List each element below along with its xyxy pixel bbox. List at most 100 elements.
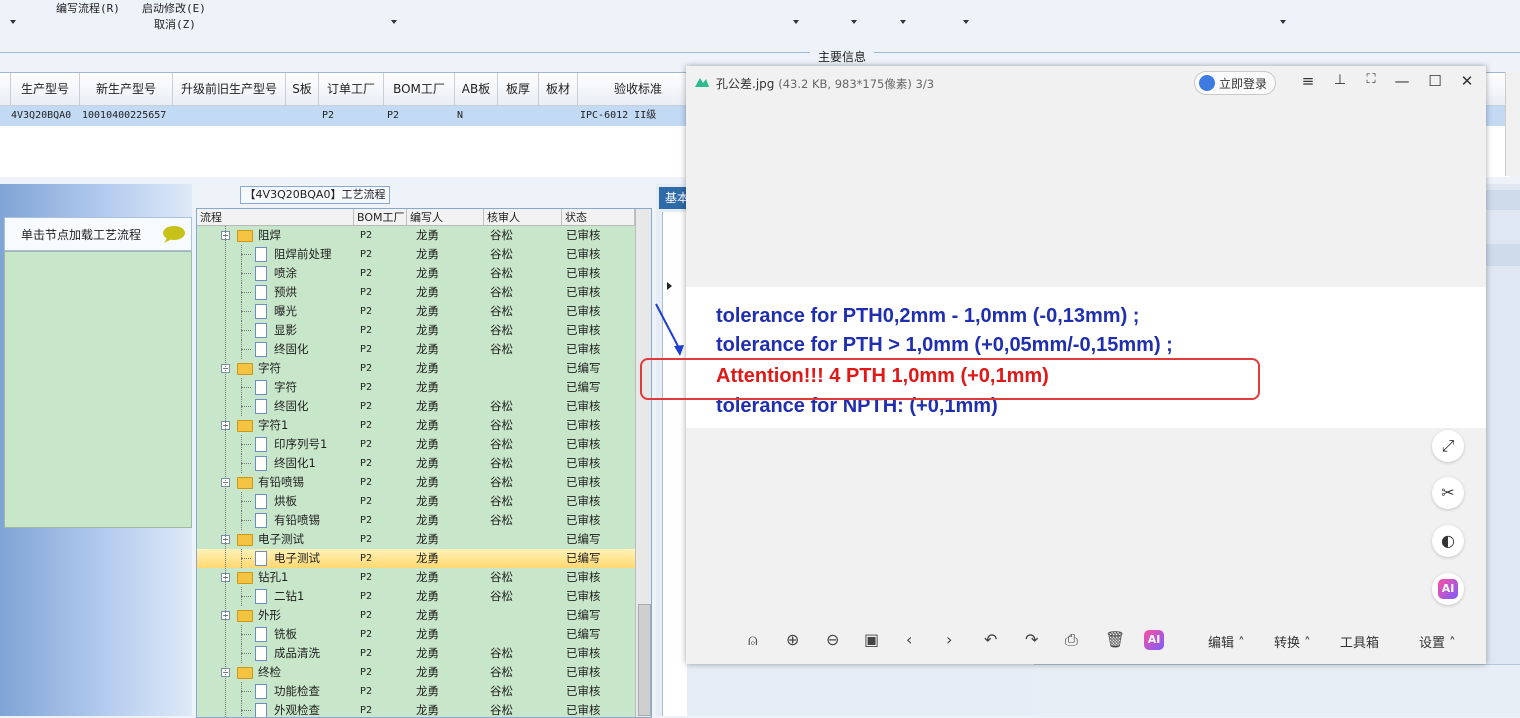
- col-header[interactable]: 订单工厂: [319, 73, 384, 106]
- tree-row[interactable]: 二钻1 P2 龙勇 谷松 已审核: [197, 587, 635, 606]
- col-header[interactable]: AB板: [455, 73, 498, 106]
- col-header[interactable]: S板: [286, 73, 319, 106]
- dropdown-arrow-icon[interactable]: [391, 20, 397, 24]
- convert-menu[interactable]: 转换 ˄: [1274, 632, 1311, 651]
- table-cell[interactable]: IPC-6012 II级: [578, 106, 686, 126]
- table-cell[interactable]: 4V3Q20BQA0: [9, 106, 79, 126]
- toolbox-button[interactable]: 工具箱: [1340, 632, 1379, 651]
- col-header[interactable]: 升级前旧生产型号: [173, 73, 286, 106]
- tree-cell-reviewer: 谷松: [490, 285, 513, 299]
- next-icon[interactable]: ›: [946, 630, 952, 649]
- tree-cell-author: 龙勇: [416, 475, 439, 489]
- tree-row[interactable]: 铣板 P2 龙勇 已编写: [197, 625, 635, 644]
- edit-process-menu[interactable]: 编写流程(R): [56, 0, 120, 16]
- cancel-menu[interactable]: 取消(Z): [154, 16, 196, 32]
- tree-row[interactable]: 阻焊前处理 P2 龙勇 谷松 已审核: [197, 245, 635, 264]
- dropdown-arrow-icon[interactable]: [1280, 20, 1286, 24]
- login-button[interactable]: 立即登录: [1194, 71, 1276, 95]
- table-cell[interactable]: 10010400225657: [80, 106, 172, 126]
- ai-assistant-button[interactable]: AI: [1432, 573, 1464, 605]
- dropdown-arrow-icon[interactable]: [851, 20, 857, 24]
- mouse-icon[interactable]: ⍝: [748, 630, 758, 650]
- tree-row[interactable]: − 电子测试 P2 龙勇 已编写: [197, 530, 635, 549]
- table-cell[interactable]: P2: [385, 106, 445, 126]
- fit-window-icon[interactable]: ⤢: [1432, 430, 1464, 462]
- tree-row[interactable]: − 有铅喷锡 P2 龙勇 谷松 已审核: [197, 473, 635, 492]
- zoom-in-icon[interactable]: ⊕: [786, 630, 799, 649]
- tree-row[interactable]: − 字符1 P2 龙勇 谷松 已审核: [197, 416, 635, 435]
- tree-row[interactable]: 曝光 P2 龙勇 谷松 已审核: [197, 302, 635, 321]
- viewer-titlebar[interactable]: 孔公差.jpg (43.2 KB, 983*175像素) 3/3 立即登录 ≡ …: [686, 66, 1486, 98]
- col-header[interactable]: 状态: [562, 209, 635, 226]
- menu-icon[interactable]: ≡: [1298, 72, 1318, 90]
- tree-row[interactable]: 外观检查 P2 龙勇 谷松 已审核: [197, 701, 635, 717]
- col-header[interactable]: 核审人: [484, 209, 562, 226]
- tree-line: [241, 311, 251, 312]
- tree-row[interactable]: 喷涂 P2 龙勇 谷松 已审核: [197, 264, 635, 283]
- tree-row[interactable]: 功能检查 P2 龙勇 谷松 已审核: [197, 682, 635, 701]
- tree-row[interactable]: 显影 P2 龙勇 谷松 已审核: [197, 321, 635, 340]
- tree-row[interactable]: 印序列号1 P2 龙勇 谷松 已审核: [197, 435, 635, 454]
- col-header[interactable]: 板厚: [498, 73, 539, 106]
- tree-cell-status: 已审核: [566, 703, 601, 717]
- table-scrollbar[interactable]: [1505, 72, 1520, 176]
- col-header[interactable]: 板材: [539, 73, 578, 106]
- tree-row[interactable]: 字符 P2 龙勇 已编写: [197, 378, 635, 397]
- tree-row[interactable]: − 阻焊 P2 龙勇 谷松 已审核: [197, 226, 635, 245]
- dropdown-arrow-icon[interactable]: [963, 20, 969, 24]
- start-modify-menu[interactable]: 启动修改(E): [142, 0, 206, 16]
- tree-row[interactable]: − 字符 P2 龙勇 已编写: [197, 359, 635, 378]
- col-header[interactable]: 流程: [197, 209, 354, 226]
- document-icon: [255, 247, 267, 262]
- actual-size-icon[interactable]: ▣: [864, 630, 879, 649]
- tree-cell-reviewer: 谷松: [490, 684, 513, 698]
- rotate-right-icon[interactable]: ↷: [1025, 630, 1038, 649]
- print-icon[interactable]: ⎙: [1065, 630, 1078, 650]
- tree-scrollbar[interactable]: [635, 209, 651, 717]
- edit-label: 编辑: [1208, 636, 1235, 651]
- scrollbar-thumb[interactable]: [638, 604, 651, 716]
- tree-row[interactable]: 终固化 P2 龙勇 谷松 已审核: [197, 397, 635, 416]
- convert-label: 转换: [1274, 636, 1301, 651]
- load-process-button[interactable]: 单击节点加载工艺流程: [4, 217, 192, 251]
- maximize-icon[interactable]: ☐: [1425, 72, 1445, 90]
- dropdown-arrow-icon[interactable]: [793, 20, 799, 24]
- screenshot-cut-icon[interactable]: ✂: [1432, 477, 1464, 509]
- tree-cell-status: 已审核: [566, 266, 601, 280]
- dropdown-arrow-icon[interactable]: [900, 20, 906, 24]
- pin-icon[interactable]: ⊥: [1330, 72, 1350, 88]
- tree-row[interactable]: 终固化1 P2 龙勇 谷松 已审核: [197, 454, 635, 473]
- table-cell[interactable]: N: [455, 106, 495, 126]
- col-header[interactable]: 验收标准: [578, 73, 699, 106]
- edit-menu[interactable]: 编辑 ˄: [1208, 632, 1245, 651]
- previous-icon[interactable]: ‹: [906, 630, 912, 649]
- delete-icon[interactable]: 🗑: [1105, 630, 1125, 649]
- tree-row[interactable]: 烘板 P2 龙勇 谷松 已审核: [197, 492, 635, 511]
- dropdown-arrow-icon[interactable]: [10, 20, 16, 24]
- col-header[interactable]: 新生产型号: [80, 73, 173, 106]
- rotate-left-icon[interactable]: ↶: [984, 630, 997, 649]
- col-header[interactable]: 编写人: [407, 209, 484, 226]
- col-header[interactable]: 生产型号: [11, 73, 80, 106]
- tree-row[interactable]: 电子测试 P2 龙勇 已编写: [197, 549, 635, 568]
- col-header[interactable]: BOM工厂: [354, 209, 407, 226]
- tree-row[interactable]: − 终检 P2 龙勇 谷松 已审核: [197, 663, 635, 682]
- tree-row[interactable]: − 外形 P2 龙勇 已编写: [197, 606, 635, 625]
- tree-row[interactable]: 预烘 P2 龙勇 谷松 已审核: [197, 283, 635, 302]
- tree-row[interactable]: 成品清洗 P2 龙勇 谷松 已审核: [197, 644, 635, 663]
- table-cell[interactable]: P2: [320, 106, 380, 126]
- tree-row[interactable]: − 钻孔1 P2 龙勇 谷松 已审核: [197, 568, 635, 587]
- col-header[interactable]: BOM工厂: [384, 73, 455, 106]
- palette-icon[interactable]: ◐: [1432, 525, 1464, 557]
- fullscreen-icon[interactable]: ⛶: [1361, 72, 1381, 87]
- ai-icon[interactable]: AI: [1144, 630, 1164, 650]
- tree-row[interactable]: 有铅喷锡 P2 龙勇 谷松 已审核: [197, 511, 635, 530]
- tree-row[interactable]: 终固化 P2 龙勇 谷松 已审核: [197, 340, 635, 359]
- tree-cell-name: 电子测试: [258, 532, 304, 546]
- settings-menu[interactable]: 设置 ˄: [1419, 632, 1456, 651]
- tree-cell-name: 终固化: [274, 399, 309, 413]
- minimize-icon[interactable]: —: [1392, 72, 1412, 90]
- zoom-out-icon[interactable]: ⊖: [826, 630, 839, 649]
- close-icon[interactable]: ✕: [1457, 72, 1477, 90]
- image-viewer-window[interactable]: 孔公差.jpg (43.2 KB, 983*175像素) 3/3 立即登录 ≡ …: [640, 66, 1486, 664]
